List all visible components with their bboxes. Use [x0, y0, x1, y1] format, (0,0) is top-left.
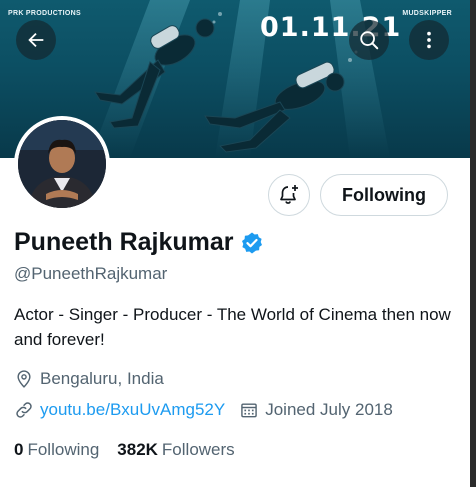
following-stat[interactable]: 0 Following [14, 440, 99, 460]
arrow-left-icon [28, 32, 44, 48]
profile-bio: Actor - Singer - Producer - The World of… [14, 305, 451, 349]
follow-stats: 0 Following 382K Followers [14, 440, 253, 460]
joined-date: Joined July 2018 [239, 400, 393, 420]
profile-avatar[interactable] [14, 116, 110, 212]
display-name-row: Puneeth Rajkumar [14, 228, 264, 257]
following-label: Following [27, 440, 100, 459]
calendar-icon [239, 400, 259, 420]
display-name: Puneeth Rajkumar [14, 228, 234, 256]
following-count: 0 [14, 440, 24, 459]
verified-badge-icon [240, 231, 264, 255]
notify-button[interactable] [268, 174, 310, 216]
avatar-photo [18, 120, 106, 208]
bell-plus-icon [280, 185, 298, 204]
search-icon [360, 31, 379, 50]
link-icon [14, 400, 34, 420]
website-link[interactable]: youtu.be/BxuUvAmg52Y [40, 400, 225, 420]
location-text: Bengaluru, India [40, 369, 164, 388]
followers-stat[interactable]: 382K Followers [117, 440, 234, 460]
followers-label: Followers [161, 440, 235, 459]
back-button[interactable] [16, 20, 56, 60]
location-row: Bengaluru, India [14, 369, 164, 389]
banner-tag-left: PRK PRODUCTIONS [8, 10, 81, 17]
joined-text: Joined July 2018 [265, 400, 393, 419]
more-options-button[interactable] [409, 20, 449, 60]
following-button[interactable]: Following [320, 174, 448, 216]
window-edge [470, 0, 476, 487]
followers-count: 382K [117, 440, 158, 459]
profile-handle: @PuneethRajkumar [14, 264, 168, 283]
profile-screen: PRK PRODUCTIONS MUDSKIPPER 01.11.21 Foll… [0, 0, 470, 487]
banner-tag-right: MUDSKIPPER [402, 10, 452, 17]
search-button[interactable] [349, 20, 389, 60]
website-row: youtu.be/BxuUvAmg52Y Joined July 2018 [14, 400, 393, 420]
more-vertical-icon [427, 31, 431, 49]
location-pin-icon [14, 369, 34, 389]
